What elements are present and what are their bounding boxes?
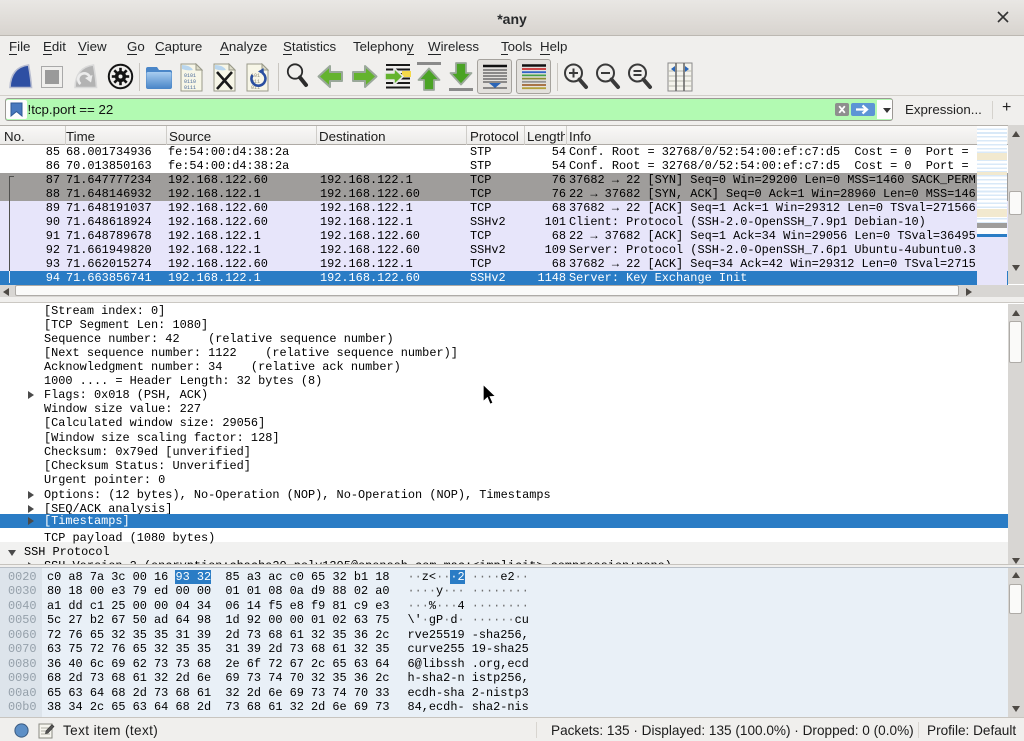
svg-text:0111: 0111 [184, 85, 196, 91]
